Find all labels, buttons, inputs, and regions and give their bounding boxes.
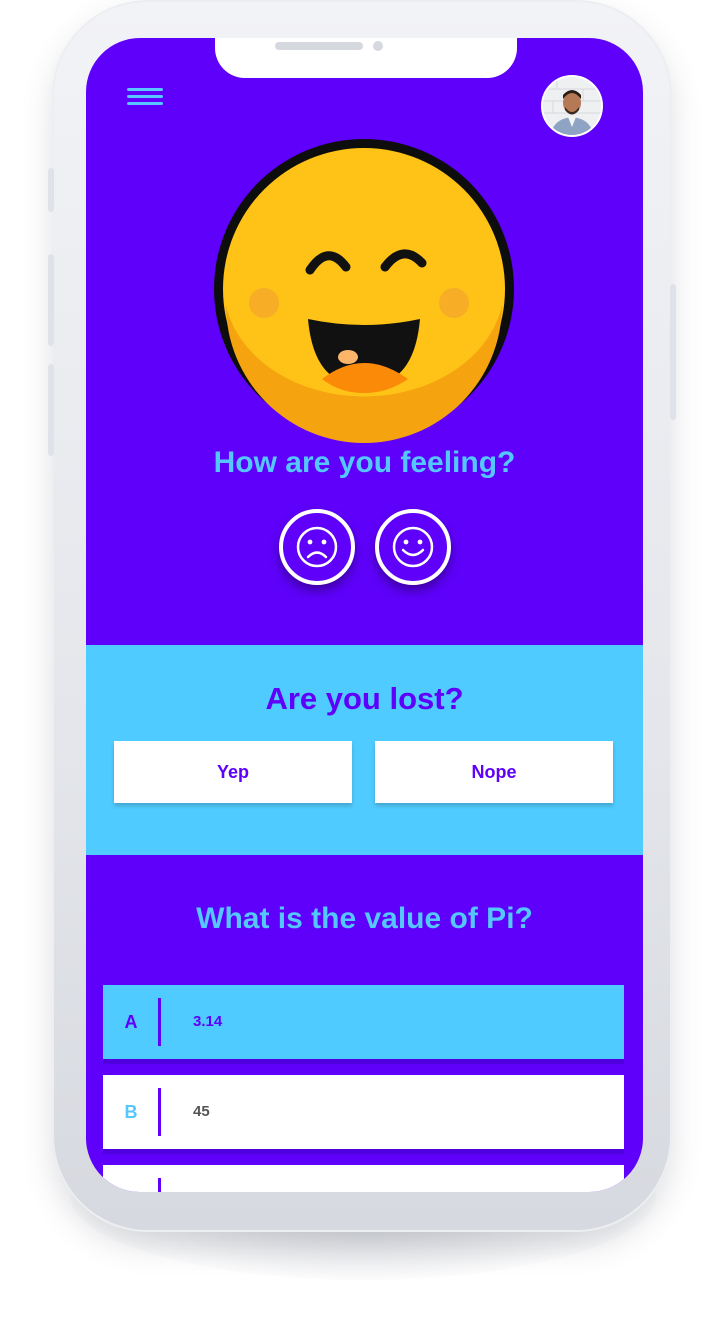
option-letter: A bbox=[124, 1012, 138, 1032]
quiz-option-b[interactable]: B 45 bbox=[103, 1075, 624, 1149]
hamburger-menu-icon[interactable] bbox=[127, 88, 163, 106]
yep-button[interactable]: Yep bbox=[114, 741, 352, 803]
quiz-option-c[interactable] bbox=[103, 1165, 624, 1192]
happy-face-icon bbox=[392, 526, 434, 568]
option-divider bbox=[158, 998, 161, 1046]
option-value: 3.14 bbox=[193, 1013, 223, 1030]
sad-mood-button[interactable] bbox=[279, 509, 355, 585]
happy-mood-button[interactable] bbox=[375, 509, 451, 585]
nope-button[interactable]: Nope bbox=[375, 741, 613, 803]
sad-face-icon bbox=[296, 526, 338, 568]
lost-section: Are you lost? Yep Nope bbox=[86, 645, 643, 855]
option-letter: B bbox=[124, 1102, 138, 1122]
laughing-emoji-icon bbox=[214, 139, 514, 443]
mute-switch bbox=[48, 168, 54, 212]
lost-question: Are you lost? bbox=[265, 681, 464, 716]
volume-up-button bbox=[48, 254, 54, 346]
option-letter bbox=[103, 1165, 159, 1192]
feeling-question: How are you feeling? bbox=[213, 446, 516, 479]
quiz-question: What is the value of Pi? bbox=[196, 902, 533, 935]
option-divider bbox=[158, 1088, 161, 1136]
app-screen: How are you feeling? Are you lost? Yep N… bbox=[86, 38, 643, 1192]
front-camera bbox=[373, 41, 383, 51]
volume-down-button bbox=[48, 364, 54, 456]
quiz-option-a[interactable]: A 3.14 bbox=[103, 985, 624, 1059]
option-divider bbox=[158, 1178, 161, 1192]
user-avatar[interactable] bbox=[541, 75, 603, 137]
phone-notch bbox=[215, 38, 517, 78]
option-value: 45 bbox=[193, 1103, 210, 1120]
speaker-grille bbox=[275, 42, 363, 50]
power-button bbox=[670, 284, 676, 420]
